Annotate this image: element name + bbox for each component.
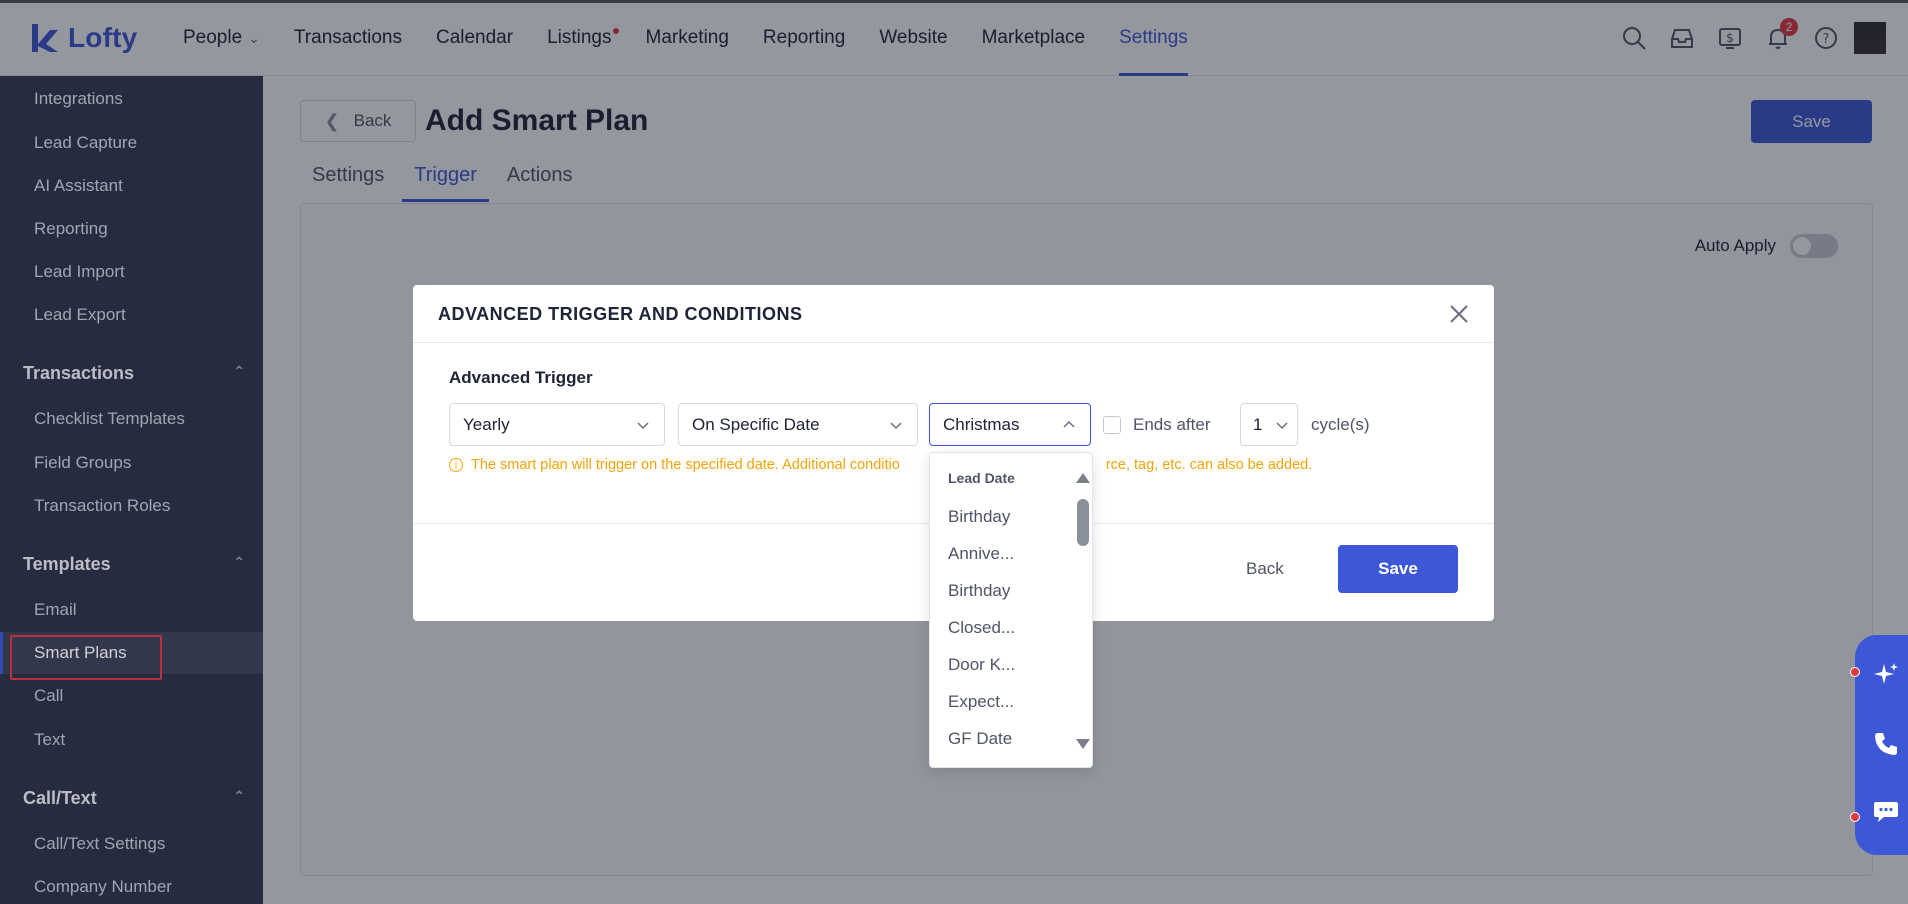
dropdown-option[interactable]: Closed...	[948, 618, 1015, 638]
chevron-down-icon	[890, 421, 902, 429]
phone-icon[interactable]	[1872, 730, 1900, 758]
scrollbar-thumb[interactable]	[1077, 499, 1089, 546]
assistant-notification-dot	[1850, 667, 1860, 677]
ends-after-checkbox[interactable]	[1103, 415, 1121, 434]
scroll-down-icon[interactable]	[1076, 739, 1090, 749]
modal-title: ADVANCED TRIGGER AND CONDITIONS	[438, 304, 803, 324]
date-mode-select-value: On Specific Date	[692, 414, 820, 434]
hint-text-start: The smart plan will trigger on the speci…	[471, 457, 900, 473]
modal-back-button[interactable]: Back	[1246, 559, 1284, 579]
cycle-count-value: 1	[1253, 414, 1263, 434]
dropdown-option[interactable]: Expect...	[948, 692, 1014, 712]
cycle-unit-label: cycle(s)	[1311, 403, 1370, 446]
ends-after-label: Ends after	[1133, 414, 1211, 434]
chevron-down-icon	[637, 421, 649, 429]
frequency-select-value: Yearly	[463, 414, 510, 434]
modal-save-button[interactable]: Save	[1338, 545, 1458, 593]
sparkle-icon[interactable]	[1872, 661, 1900, 689]
modal-header: ADVANCED TRIGGER AND CONDITIONS	[413, 285, 1494, 343]
cycle-unit-text: cycle(s)	[1311, 414, 1370, 434]
dropdown-option[interactable]: Birthday	[948, 581, 1010, 601]
dropdown-option[interactable]: GF Date	[948, 729, 1012, 749]
dropdown-option[interactable]: Birthday	[948, 507, 1010, 527]
date-value-select[interactable]: Christmas	[929, 403, 1091, 446]
dropdown-scrollbar[interactable]	[1076, 469, 1090, 749]
chevron-down-icon	[1276, 421, 1288, 429]
info-icon: i	[449, 458, 463, 472]
frequency-select[interactable]: Yearly	[449, 403, 665, 446]
floating-assistant-bar	[1855, 635, 1908, 855]
dropdown-option[interactable]: Annive...	[948, 544, 1014, 564]
trigger-hint: i The smart plan will trigger on the spe…	[449, 457, 1312, 473]
date-value-select-value: Christmas	[943, 414, 1020, 434]
close-icon[interactable]	[1444, 299, 1474, 329]
hint-text-end: rce, tag, etc. can also be added.	[1105, 457, 1313, 473]
ends-after: Ends after	[1103, 403, 1211, 446]
scroll-up-icon[interactable]	[1076, 473, 1090, 483]
modal-backdrop-top	[0, 0, 1908, 76]
modal-backdrop-sidebar	[0, 76, 263, 904]
chat-icon[interactable]	[1872, 797, 1900, 825]
chat-notification-dot	[1850, 812, 1860, 822]
chevron-up-icon	[1063, 420, 1075, 428]
dropdown-group-label: Lead Date	[948, 470, 1015, 486]
cycle-count-select[interactable]: 1	[1240, 403, 1298, 446]
date-value-dropdown: Lead Date Birthday Annive... Birthday Cl…	[929, 452, 1093, 768]
date-mode-select[interactable]: On Specific Date	[678, 403, 918, 446]
dropdown-option[interactable]: Door K...	[948, 655, 1015, 675]
advanced-trigger-label: Advanced Trigger	[449, 368, 593, 387]
